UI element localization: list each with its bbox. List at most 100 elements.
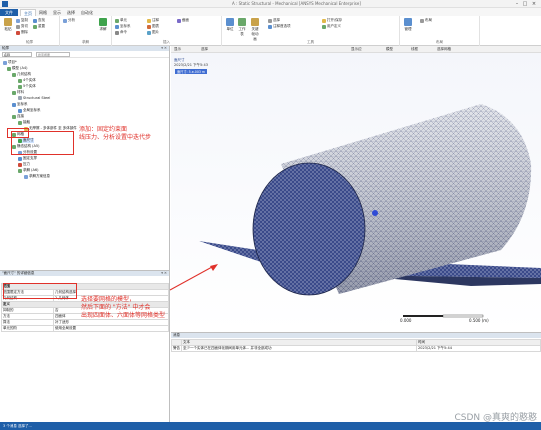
panel-pin-icon[interactable]: ▾ ✕ — [161, 271, 167, 276]
maximize-icon[interactable]: □ — [522, 1, 528, 7]
copy-button[interactable]: 复制 — [16, 18, 28, 23]
chart-button[interactable]: 图表 — [147, 24, 159, 29]
paste-icon — [4, 18, 12, 26]
section-icon — [177, 18, 181, 23]
annotation-bottom-text: 选择要网格的模型， 然后下面的 "方法" 中才会 出现四面体、六面体等网格类型 — [81, 296, 166, 319]
cylinder-end-cap — [253, 163, 365, 295]
graphics-viewport[interactable]: 显示 选择 显示边 模型 线框 选择网格 面尺寸 2023/2/21 下午5:4… — [171, 46, 541, 332]
status-bar: 3 个消息 选择了... — [0, 422, 541, 430]
reset-button[interactable]: 重置 — [33, 24, 45, 29]
analysis-button[interactable]: 分析 — [63, 18, 75, 23]
annotation-bottom: 选择要网格的模型， 然后下面的 "方法" 中才会 出现四面体、六面体等网格类型 — [81, 296, 165, 320]
ribbon-group-label: 布局 — [436, 40, 443, 44]
title-bar: A : Static Structural - Mechanical [ANSY… — [0, 0, 541, 8]
tree-node-body-1[interactable]: 4个实体 — [18, 78, 36, 83]
ribbon-group-label: 工具 — [307, 40, 314, 44]
open-save-button[interactable]: 打开/保存 — [322, 18, 342, 23]
tab-automation[interactable]: 自动化 — [78, 9, 96, 16]
minimize-icon[interactable]: – — [514, 1, 520, 7]
ribbon-group-insert: 单元 坐标系 命令 注释 图表 图片 截面 插入 — [112, 16, 222, 46]
tree-node-pressure[interactable]: 压力 — [18, 162, 30, 167]
ribbon-group-label: 求解 — [82, 40, 89, 44]
tree-node-geometry[interactable]: 几何结构 — [12, 72, 31, 77]
tree-node-solution-information[interactable]: 求解方案信息 — [24, 174, 50, 179]
keyframe-animation-button[interactable]: 关键帧动画 — [250, 18, 260, 42]
messages-panel: 消息 文本 时间 警告 至少一个实体已在四面体化期间用单元体... 并非全部成功… — [171, 332, 541, 422]
ribbon-group-tools: 单位 工作表 关键帧动画 选择 注释首选项 打开/保存 用户定义 工具 — [222, 16, 400, 46]
materials-icon — [12, 90, 16, 95]
tab-display[interactable]: 显示 — [50, 9, 64, 16]
tab-mesh[interactable]: 网格 — [36, 9, 50, 16]
tab-home[interactable]: 主页 — [20, 9, 36, 16]
tree-node-model[interactable]: 模型 (A4) — [7, 66, 27, 71]
pressure-icon — [18, 162, 22, 167]
body-icon — [18, 78, 22, 83]
model-icon — [7, 66, 11, 71]
tab-file[interactable]: 文件 — [0, 9, 18, 16]
project-icon — [3, 60, 7, 65]
animation-icon — [251, 18, 259, 26]
fixed-support-icon — [18, 156, 22, 161]
layout-button[interactable]: 布局 — [420, 18, 432, 23]
solve-button[interactable]: 求解 — [98, 18, 108, 32]
tab-selection[interactable]: 选择 — [64, 9, 78, 16]
ribbon-group-label: 插入 — [163, 40, 170, 44]
ribbon-group-solve: 分析 求解 求解 — [60, 16, 112, 46]
tree-node-fixed-support[interactable]: 固定支撑 — [18, 156, 37, 161]
tree-node-global-coordinate[interactable]: 全局坐标系 — [18, 108, 41, 113]
tree-node-project[interactable]: 项目* — [3, 60, 17, 65]
units-icon — [226, 18, 234, 26]
comment-button[interactable]: 注释 — [147, 18, 159, 23]
close-icon[interactable]: × — [531, 1, 537, 7]
delete-icon — [16, 30, 20, 35]
image-button[interactable]: 图片 — [147, 30, 159, 35]
tree-node-materials[interactable]: 材料 — [12, 90, 24, 95]
annotation-preferences-button[interactable]: 注释首选项 — [268, 24, 291, 29]
material-icon — [18, 96, 22, 100]
manage-button[interactable]: 管理 — [403, 18, 413, 32]
comment-icon — [147, 18, 151, 23]
outline-filter-select[interactable]: 名称 — [2, 52, 32, 57]
find-button[interactable]: 查找 — [33, 18, 45, 23]
geometry-icon — [12, 72, 16, 77]
coordinate-system-button[interactable]: 坐标系 — [115, 24, 131, 29]
outline-search-input[interactable]: 搜索概要 — [36, 52, 70, 57]
paste-button[interactable]: 粘贴 — [3, 18, 13, 32]
delete-button[interactable]: 删除 — [16, 30, 28, 35]
outline-toolbar: 名称 搜索概要 — [0, 51, 169, 58]
annotation-box-details — [3, 283, 77, 299]
ribbon-tabs: 文件 主页 网格 显示 选择 自动化 — [0, 8, 541, 16]
chart-icon — [147, 24, 151, 29]
scale-bar — [442, 314, 484, 318]
messages-header: 消息 — [171, 333, 541, 338]
user-defined-button[interactable]: 用户定义 — [322, 24, 341, 29]
image-icon — [147, 30, 151, 35]
ribbon-group-outline: 粘贴 复制 剪切 删除 查找 重置 轮廓 — [0, 16, 60, 46]
tree-node-solution[interactable]: 求解 (A6) — [18, 168, 38, 173]
reset-icon — [33, 24, 37, 29]
worksheet-button[interactable]: 工作表 — [237, 18, 247, 37]
user-icon — [322, 24, 326, 29]
tree-node-connections[interactable]: 连接 — [12, 114, 24, 119]
mesh-model: 0.000 0.500 (m) — [199, 104, 541, 323]
tree-node-coordinate-systems[interactable]: 坐标系 — [12, 102, 28, 107]
element-button[interactable]: 单元 — [115, 18, 127, 23]
message-row[interactable]: 警告 至少一个实体已在四面体化期间用单元体... 并非全部成功 2023/2/2… — [171, 345, 541, 352]
solution-icon — [18, 168, 22, 173]
axis-icon — [12, 102, 16, 107]
scale-bar — [403, 315, 443, 317]
tree-node-body-2[interactable]: 5个实体 — [18, 84, 36, 89]
annotation-box-static-structural — [11, 131, 74, 155]
annotation-top: 添加：固定约束面 线压力、分析设置中迭代步 — [79, 126, 151, 142]
details-row[interactable]: 单元的阶 使用全局设置 — [1, 325, 169, 332]
commands-button[interactable]: 命令 — [115, 30, 127, 35]
copy-icon — [16, 18, 20, 23]
units-button[interactable]: 单位 — [225, 18, 235, 32]
cut-button[interactable]: 剪切 — [16, 24, 28, 29]
pivot-point-icon — [372, 210, 378, 216]
tree-node-contacts[interactable]: 接触 — [18, 120, 30, 125]
manage-icon — [404, 18, 412, 26]
selection-tool-button[interactable]: 选择 — [268, 18, 280, 23]
section-button[interactable]: 截面 — [177, 18, 189, 23]
tree-node-material-steel[interactable]: Structural Steel — [18, 96, 50, 100]
